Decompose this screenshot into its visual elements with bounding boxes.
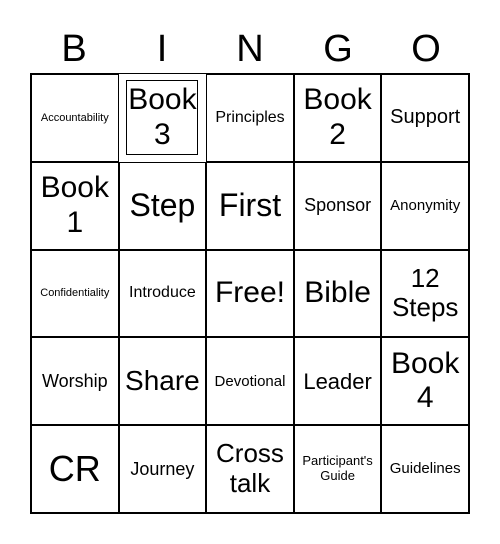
bingo-cell[interactable]: Journey xyxy=(118,425,207,513)
bingo-cell[interactable]: Confidentiality xyxy=(31,249,119,338)
bingo-cell[interactable]: Cross talk xyxy=(206,425,294,513)
bingo-cell[interactable]: Book 3 xyxy=(126,80,199,156)
bingo-cell[interactable]: Participant's Guide xyxy=(293,425,382,513)
header-letter-b: B xyxy=(61,28,87,70)
bingo-cell[interactable]: CR xyxy=(31,425,119,513)
bingo-cell[interactable]: Introduce xyxy=(118,249,207,338)
bingo-cell[interactable]: Devotional xyxy=(206,337,294,426)
bingo-header: B I N G O xyxy=(30,24,470,74)
bingo-cell[interactable]: Support xyxy=(381,74,469,162)
header-letter-o: O xyxy=(411,28,441,70)
header-letter-i: I xyxy=(156,28,168,70)
bingo-cell[interactable]: Share xyxy=(118,337,207,426)
bingo-cell[interactable]: Bible xyxy=(293,249,382,338)
header-letter-g: G xyxy=(323,28,353,70)
bingo-cell[interactable]: Book 1 xyxy=(31,161,119,250)
bingo-cell[interactable]: Book 4 xyxy=(381,337,469,426)
bingo-cell[interactable]: 12 Steps xyxy=(381,249,469,338)
bingo-cell[interactable]: Sponsor xyxy=(293,161,382,250)
bingo-cell[interactable]: Book 2 xyxy=(293,74,382,162)
bingo-cell[interactable]: Anonymity xyxy=(381,161,469,250)
bingo-cell[interactable]: Worship xyxy=(31,337,119,426)
free-space-cell[interactable]: Free! xyxy=(206,249,294,338)
bingo-cell[interactable]: Guidelines xyxy=(381,425,469,513)
bingo-cell[interactable]: Leader xyxy=(293,337,382,426)
bingo-cell[interactable]: Principles xyxy=(206,74,294,162)
header-letter-n: N xyxy=(236,28,264,70)
bingo-cell[interactable]: Step xyxy=(118,161,207,250)
bingo-cell[interactable]: Accountability xyxy=(31,74,119,162)
bingo-cell[interactable]: First xyxy=(206,161,294,250)
bingo-grid: Accountability Book 3 Principles Book 2 … xyxy=(30,73,470,514)
